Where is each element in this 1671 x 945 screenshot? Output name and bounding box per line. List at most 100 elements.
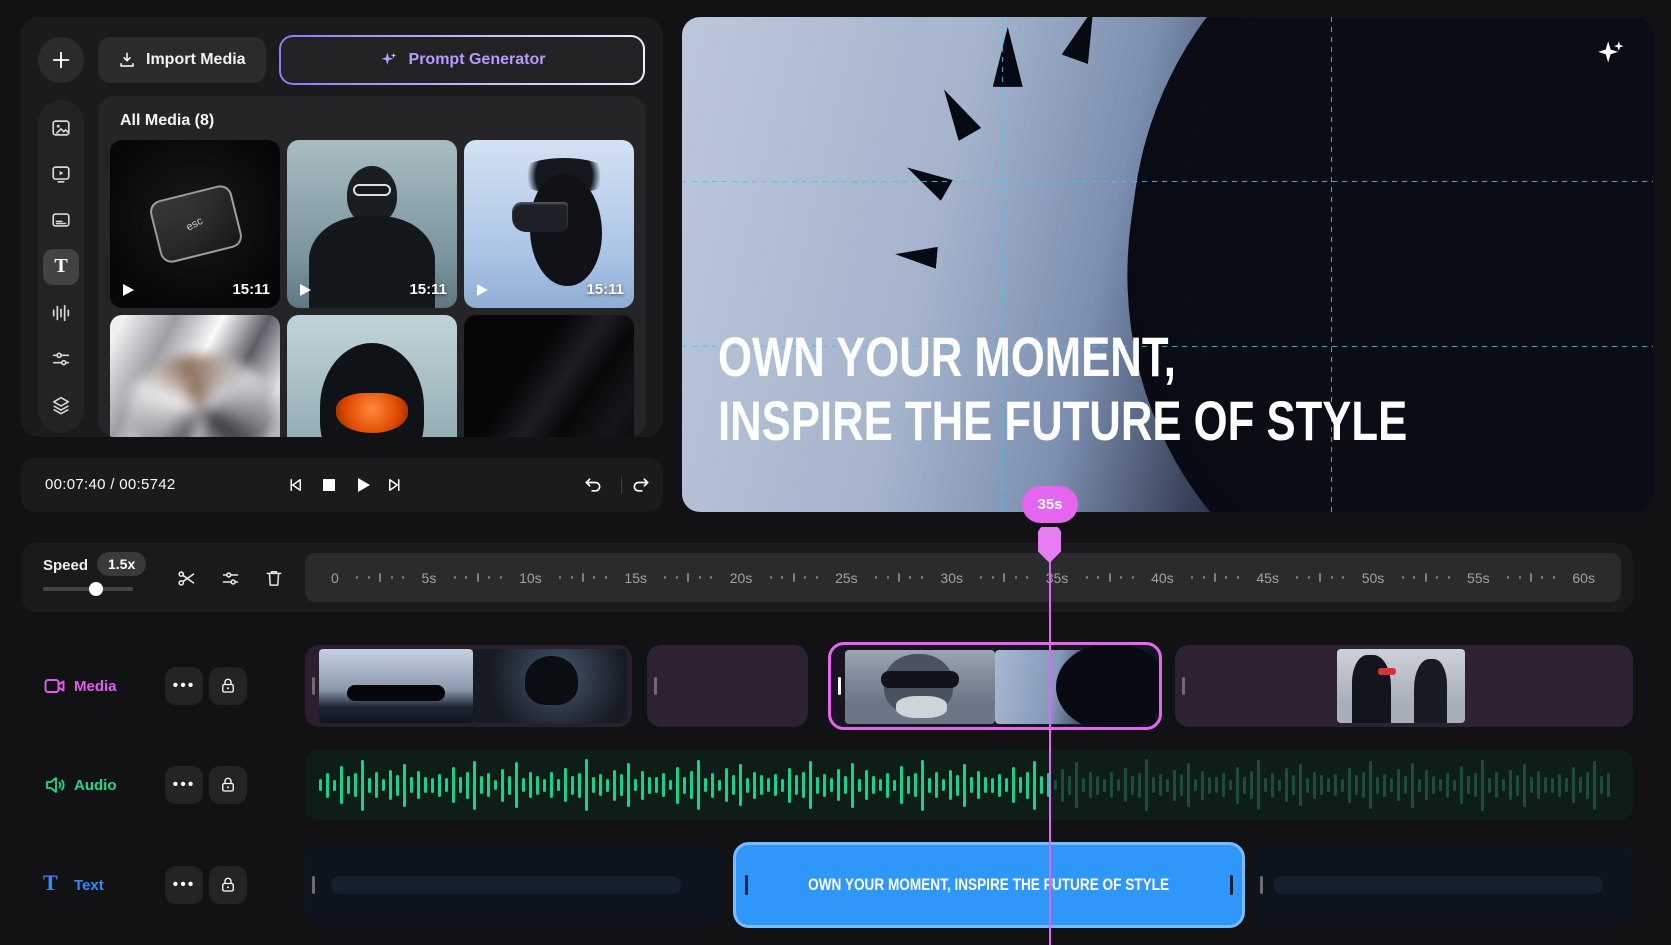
- headline-line2: INSPIRE THE FUTURE OF STYLE: [718, 389, 1407, 453]
- play-icon[interactable]: [474, 282, 490, 298]
- helmet-visor: [336, 393, 408, 433]
- clip-thumbnail-controller: [319, 649, 473, 723]
- text-clip-content: OWN YOUR MOMENT, INSPIRE THE FUTURE OF S…: [809, 875, 1170, 895]
- sliders-icon: [50, 348, 72, 370]
- ai-sparkle-icon[interactable]: [1594, 37, 1628, 71]
- sparkle-icon: [379, 50, 399, 70]
- import-media-button[interactable]: Import Media: [98, 37, 266, 83]
- media-clip-2[interactable]: [647, 645, 808, 727]
- audio-tab[interactable]: [43, 295, 79, 331]
- speed-label: Speed: [43, 557, 88, 574]
- clip-trim-handle[interactable]: [745, 875, 748, 895]
- captions-tab[interactable]: [43, 202, 79, 238]
- prompt-generator-button[interactable]: Prompt Generator: [279, 35, 645, 85]
- preview-headline[interactable]: OWN YOUR MOMENT, INSPIRE THE FUTURE OF S…: [718, 325, 1407, 453]
- text-track-options-button[interactable]: •••: [165, 866, 203, 904]
- ruler-ticks: [647, 573, 730, 582]
- tool-rail: T: [38, 100, 84, 433]
- text-clip-2-selected[interactable]: OWN YOUR MOMENT, INSPIRE THE FUTURE OF S…: [733, 842, 1245, 928]
- media-thumbnail-woman-glasses[interactable]: 15:11: [287, 140, 457, 308]
- delete-button[interactable]: [257, 561, 291, 595]
- ruler-ticks: [1068, 573, 1151, 582]
- playback-bar: 00:07:40 / 00:5742: [21, 458, 663, 512]
- media-clip-3-selected[interactable]: [828, 642, 1162, 730]
- audio-clip[interactable]: [305, 750, 1633, 820]
- ruler-tick-label: 60s: [1572, 570, 1595, 586]
- undo-button[interactable]: [581, 473, 605, 497]
- ruler-tick-label: 55s: [1467, 570, 1490, 586]
- layers-tab[interactable]: [43, 387, 79, 423]
- ruler-ticks: [963, 573, 1046, 582]
- ruler-ticks: [1384, 573, 1467, 582]
- duration-badge: 15:11: [409, 281, 447, 298]
- text-clip-1[interactable]: [305, 845, 723, 925]
- speed-slider[interactable]: [43, 587, 133, 591]
- clip-trim-handle[interactable]: [654, 677, 657, 695]
- text-track-label: Text: [74, 877, 104, 894]
- media-thumbnail-liquid-chrome[interactable]: [110, 315, 280, 437]
- image-icon: [50, 117, 72, 139]
- audio-track-label: Audio: [74, 777, 117, 794]
- waveform-icon: [50, 302, 72, 324]
- play-icon[interactable]: [297, 282, 313, 298]
- clip-thumbnail-man-sunglasses: [845, 650, 995, 724]
- clip-trim-handle[interactable]: [838, 677, 841, 695]
- split-button[interactable]: [169, 561, 203, 595]
- speed-slider-thumb[interactable]: [89, 582, 103, 596]
- audio-waveform: [319, 750, 1619, 820]
- audio-track-options-button[interactable]: •••: [165, 766, 203, 804]
- clip-thumbnail-braid: [473, 649, 627, 723]
- media-thumbnail-esc-key[interactable]: esc 15:11: [110, 140, 280, 308]
- clip-trim-handle[interactable]: [1182, 677, 1185, 695]
- play-icon[interactable]: [120, 282, 136, 298]
- scissors-icon: [176, 568, 197, 589]
- clip-trim-handle[interactable]: [1230, 875, 1233, 895]
- playhead-line[interactable]: [1049, 530, 1051, 945]
- ruler-ticks: [1490, 573, 1573, 582]
- clip-trim-handle[interactable]: [312, 876, 315, 894]
- adjust-button[interactable]: [213, 561, 247, 595]
- ruler-ticks: [339, 573, 422, 582]
- video-tab[interactable]: [43, 156, 79, 192]
- timeline-ruler[interactable]: 05s10s15s20s25s30s35s40s45s50s55s60s: [305, 553, 1621, 602]
- media-thumbnail-dark-abstract[interactable]: [464, 315, 634, 437]
- ellipsis-icon: •••: [173, 780, 196, 790]
- ruler-tick-label: 10s: [519, 570, 542, 586]
- media-thumbnail-vr-headset[interactable]: 15:11: [464, 140, 634, 308]
- preview-canvas[interactable]: OWN YOUR MOMENT, INSPIRE THE FUTURE OF S…: [682, 17, 1653, 512]
- hair-spike: [1062, 17, 1107, 64]
- clip-trim-handle[interactable]: [312, 677, 315, 695]
- media-library: All Media (8) esc 15:11 15:11 15:11: [98, 96, 646, 437]
- lock-icon: [219, 776, 237, 794]
- import-media-label: Import Media: [146, 51, 246, 69]
- media-clip-1[interactable]: [305, 645, 632, 727]
- stop-button[interactable]: [317, 473, 341, 497]
- audio-track-lock-button[interactable]: [209, 766, 247, 804]
- media-track-options-button[interactable]: •••: [165, 667, 203, 705]
- play-button[interactable]: [351, 473, 375, 497]
- hair-spike: [993, 27, 1023, 87]
- media-thumbnail-helmet[interactable]: [287, 315, 457, 437]
- text-clip-placeholder: [331, 876, 681, 894]
- adjust-tab[interactable]: [43, 341, 79, 377]
- ruler-tick-label: 0: [331, 570, 339, 586]
- skip-back-button[interactable]: [283, 473, 307, 497]
- add-media-button[interactable]: [38, 37, 84, 83]
- ruler-tick-label: 20s: [730, 570, 753, 586]
- text-clip-3[interactable]: [1253, 845, 1633, 925]
- media-clip-4[interactable]: [1175, 645, 1633, 727]
- prompt-generator-label: Prompt Generator: [409, 51, 546, 69]
- audio-track-icon: [43, 773, 67, 797]
- guide-line-horizontal: [682, 181, 1653, 182]
- media-track-lock-button[interactable]: [209, 667, 247, 705]
- esc-keycap-shape: esc: [148, 183, 245, 265]
- skip-forward-button[interactable]: [383, 473, 407, 497]
- media-library-tab[interactable]: [43, 110, 79, 146]
- clip-trim-handle[interactable]: [1260, 876, 1263, 894]
- redo-button[interactable]: [629, 473, 653, 497]
- download-icon: [118, 51, 136, 69]
- text-tab[interactable]: T: [43, 249, 79, 285]
- playhead-time-bubble[interactable]: 35s: [1022, 486, 1078, 523]
- ruler-tick-label: 25s: [835, 570, 858, 586]
- text-track-lock-button[interactable]: [209, 866, 247, 904]
